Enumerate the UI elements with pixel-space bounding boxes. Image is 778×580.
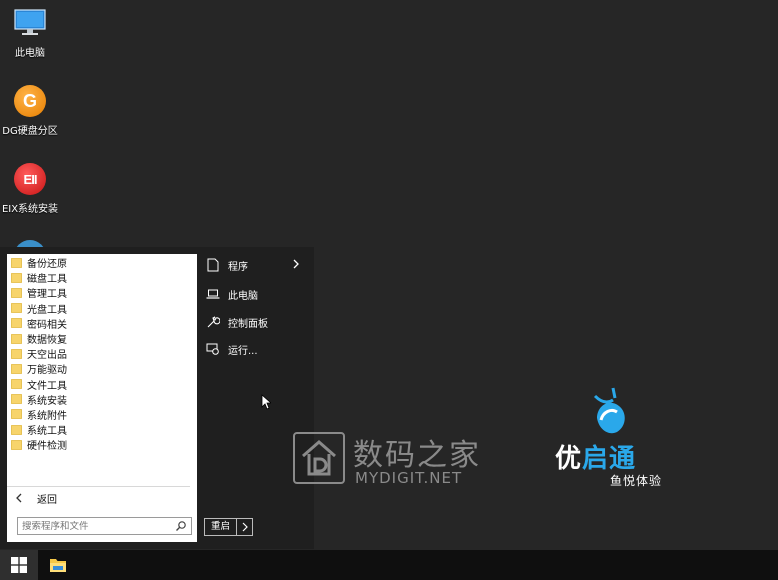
program-folder-item[interactable]: 天空出品 — [7, 346, 197, 361]
folder-icon — [11, 333, 22, 344]
program-folder-label: 光盘工具 — [27, 304, 67, 316]
power-options-button[interactable] — [237, 518, 254, 536]
eix-glyph: EII — [14, 163, 46, 195]
program-folder-label: 密码相关 — [27, 319, 67, 331]
logo-title: 优启通 — [555, 438, 636, 475]
desktop-icon-label: EIX系统安装 — [1, 204, 59, 215]
search-input[interactable] — [22, 520, 172, 532]
folder-icon — [11, 303, 22, 314]
program-folder-label: 备份还原 — [27, 259, 67, 271]
menu-item-programs[interactable]: 程序 — [206, 253, 310, 277]
desktop-icon-eix-install[interactable]: EII EIX系统安装 — [0, 162, 60, 215]
fish-logo-icon — [587, 384, 631, 436]
folder-icon — [11, 257, 22, 268]
watermark: 数码之家 MYDIGIT.NET — [293, 432, 493, 488]
search-icon[interactable] — [175, 520, 187, 532]
program-folder-item[interactable]: 管理工具 — [7, 285, 197, 300]
folder-icon — [11, 288, 22, 298]
chevron-right-icon — [292, 258, 302, 272]
desktop-icon-label: 此电脑 — [15, 48, 45, 59]
brand-logo: 优启通 鱼悦体验 — [555, 384, 665, 494]
program-folder-item[interactable]: 系统安装 — [7, 392, 197, 407]
dg-icon: G — [13, 84, 47, 118]
mouse-cursor-icon — [261, 394, 273, 410]
program-folder-item[interactable]: 万能驱动 — [7, 361, 197, 376]
folder-icon — [11, 379, 22, 389]
menu-item-control-panel[interactable]: 控制面板 — [206, 310, 310, 334]
file-explorer-button[interactable] — [42, 550, 74, 580]
menu-item-this-pc[interactable]: 此电脑 — [206, 282, 310, 306]
windows-logo-icon — [11, 557, 27, 573]
run-icon — [206, 342, 220, 356]
restart-group: 重启 — [204, 518, 254, 536]
folder-icon — [11, 439, 22, 450]
menu-item-run[interactable]: 运行... — [206, 337, 310, 361]
program-folder-item[interactable]: 文件工具 — [7, 377, 197, 392]
program-folder-label: 系统工具 — [27, 426, 67, 438]
taskbar — [0, 550, 778, 580]
program-list: 备份还原磁盘工具管理工具光盘工具密码相关数据恢复天空出品万能驱动文件工具系统安装… — [7, 254, 197, 452]
menu-item-label: 控制面板 — [228, 318, 268, 330]
program-folder-item[interactable]: 数据恢复 — [7, 331, 197, 346]
program-folder-label: 天空出品 — [27, 350, 67, 362]
desktop-icon-this-pc[interactable]: 此电脑 — [0, 6, 60, 59]
folder-icon — [11, 272, 22, 283]
logo-subtitle: 鱼悦体验 — [610, 474, 663, 488]
document-icon — [206, 258, 220, 272]
dg-glyph: G — [14, 85, 46, 117]
search-box — [17, 517, 192, 535]
logo-title-part2: 启通 — [582, 444, 637, 474]
start-button[interactable] — [0, 550, 38, 580]
menu-item-label: 运行... — [228, 345, 258, 357]
laptop-icon — [206, 287, 220, 301]
watermark-cn: 数码之家 — [353, 438, 481, 473]
back-button[interactable]: 返回 — [7, 486, 190, 510]
folder-icon — [11, 394, 22, 405]
menu-item-label: 此电脑 — [228, 290, 258, 302]
watermark-en: MYDIGIT.NET — [355, 469, 463, 487]
program-folder-label: 系统安装 — [27, 395, 67, 407]
folder-icon — [11, 364, 22, 374]
mydigit-logo-icon — [293, 432, 345, 484]
desktop-icon-dg-partition[interactable]: G DG硬盘分区 — [0, 84, 60, 137]
chevron-left-icon — [15, 492, 25, 506]
start-menu-right-pane: 程序 此电脑 控制面板 运行... 重启 — [198, 247, 314, 549]
program-folder-item[interactable]: 备份还原 — [7, 255, 197, 270]
eix-icon: EII — [13, 162, 47, 196]
logo-title-part1: 优 — [555, 444, 583, 474]
program-folder-item[interactable]: 硬件检测 — [7, 437, 197, 452]
program-folder-label: 硬件检测 — [27, 441, 67, 453]
program-folder-item[interactable]: 光盘工具 — [7, 301, 197, 316]
program-folder-label: 管理工具 — [27, 289, 67, 301]
chevron-right-icon — [242, 522, 248, 532]
program-folder-item[interactable]: 系统工具 — [7, 422, 197, 437]
folder-icon — [11, 318, 22, 329]
restart-button[interactable]: 重启 — [204, 518, 238, 536]
folder-icon — [11, 409, 22, 420]
program-folder-item[interactable]: 磁盘工具 — [7, 270, 197, 285]
start-menu-program-pane: 备份还原磁盘工具管理工具光盘工具密码相关数据恢复天空出品万能驱动文件工具系统安装… — [7, 254, 197, 542]
back-label: 返回 — [37, 495, 57, 506]
program-folder-label: 万能驱动 — [27, 365, 67, 377]
menu-item-label: 程序 — [228, 261, 248, 273]
folder-icon — [50, 559, 66, 572]
program-folder-label: 磁盘工具 — [27, 274, 67, 286]
desktop-icon-label: DG硬盘分区 — [2, 126, 58, 137]
folder-icon — [11, 424, 22, 435]
program-folder-label: 数据恢复 — [27, 335, 67, 347]
program-folder-item[interactable]: 密码相关 — [7, 316, 197, 331]
program-folder-label: 文件工具 — [27, 380, 67, 392]
program-folder-label: 系统附件 — [27, 410, 67, 422]
monitor-icon — [13, 6, 47, 40]
wrench-icon — [206, 315, 220, 329]
program-folder-item[interactable]: 系统附件 — [7, 407, 197, 422]
folder-icon — [11, 348, 22, 359]
